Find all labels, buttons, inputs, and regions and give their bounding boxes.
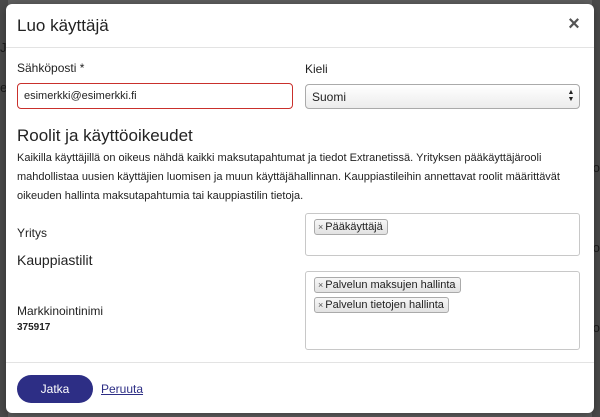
remove-role-icon[interactable]: × bbox=[318, 280, 323, 290]
role-chip-label: Palvelun maksujen hallinta bbox=[325, 279, 456, 291]
create-user-modal: Luo käyttäjä × Sähköposti * esimerkki@es… bbox=[6, 4, 594, 413]
language-select-value: Suomi bbox=[312, 90, 347, 104]
remove-role-icon[interactable]: × bbox=[318, 222, 323, 232]
footer-divider bbox=[6, 362, 594, 363]
modal-title: Luo käyttäjä bbox=[17, 16, 109, 35]
merchant-roles-select[interactable]: × Palvelun maksujen hallinta × Palvelun ti… bbox=[305, 271, 580, 350]
role-chip-label: Pääkäyttäjä bbox=[325, 221, 383, 233]
roles-section-title: Roolit ja käyttöoikeudet bbox=[17, 126, 193, 145]
merchant-accounts-title: Kauppiastilit bbox=[17, 252, 93, 268]
role-chip: × Pääkäyttäjä bbox=[314, 219, 388, 235]
role-chip: × Palvelun maksujen hallinta bbox=[314, 277, 461, 293]
select-arrows-icon: ▲ ▼ bbox=[567, 89, 575, 103]
language-label: Kieli bbox=[305, 62, 328, 76]
marketing-name-label: Markkinointinimi bbox=[17, 304, 104, 318]
role-chip: × Palvelun tietojen hallinta bbox=[314, 297, 449, 313]
close-icon[interactable]: × bbox=[566, 14, 582, 34]
roles-description: Kaikilla käyttäjillä on oikeus nähdä kai… bbox=[17, 152, 560, 202]
company-label: Yritys bbox=[17, 226, 47, 240]
modal-header: Luo käyttäjä × bbox=[6, 4, 594, 48]
cancel-link[interactable]: Peruuta bbox=[101, 382, 143, 396]
language-select[interactable]: Suomi ▲ ▼ bbox=[305, 84, 580, 109]
marketing-id: 375917 bbox=[17, 322, 51, 333]
remove-role-icon[interactable]: × bbox=[318, 300, 323, 310]
email-field[interactable]: esimerkki@esimerkki.fi bbox=[17, 83, 293, 109]
continue-button[interactable]: Jatka bbox=[17, 375, 93, 403]
email-label: Sähköposti * bbox=[17, 61, 85, 75]
role-chip-label: Palvelun tietojen hallinta bbox=[325, 299, 444, 311]
company-roles-select[interactable]: × Pääkäyttäjä bbox=[305, 213, 580, 256]
